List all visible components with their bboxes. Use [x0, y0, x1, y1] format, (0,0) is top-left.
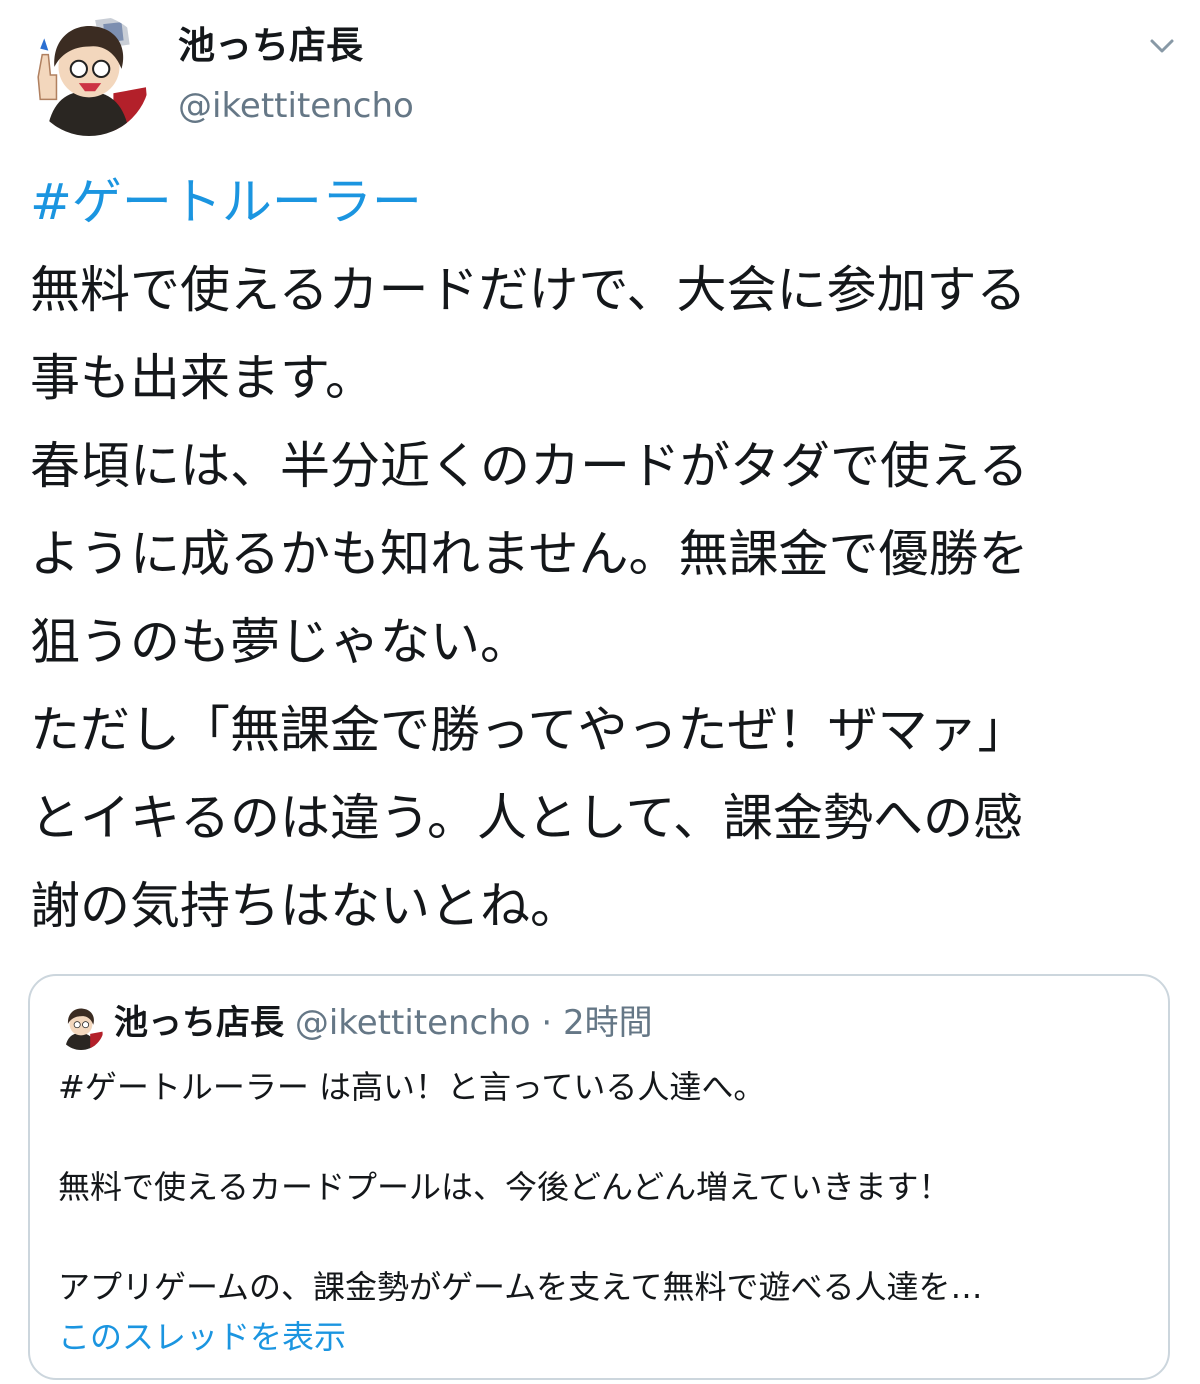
tweet-text-line: 謝の気持ちはないとね。: [30, 877, 580, 935]
author-display-name[interactable]: 池っち店長: [178, 22, 363, 70]
tweet-text: #ゲートルーラー 無料で使えるカードだけで、大会に参加する 事も出来ます。 春頃…: [30, 158, 1170, 950]
quoted-tweet-header: 池っち店長 @ikettitencho · 2時間: [114, 998, 653, 1048]
separator-dot: ·: [541, 1003, 553, 1043]
quoted-tweet-text: #ゲートルーラー は高い！と言っている人達へ。: [58, 1068, 766, 1106]
quoted-tweet-time: 2時間: [563, 1003, 653, 1043]
hashtag-link[interactable]: #ゲートルーラー: [30, 158, 1170, 246]
quoted-tweet-text: アプリゲームの、課金勢がゲームを支えて無料で遊べる人達を…: [58, 1268, 983, 1306]
quoted-author-name: 池っち店長: [114, 1003, 284, 1043]
chevron-down-icon: [1150, 39, 1174, 53]
quoted-author-handle: @ikettitencho: [294, 1003, 531, 1043]
quoted-tweet-card[interactable]: 池っち店長 @ikettitencho · 2時間 #ゲートルーラー は高い！と…: [28, 974, 1170, 1380]
tweet-text-line: 狙うのも夢じゃない。: [30, 613, 530, 671]
tweet-text-line: 無料で使えるカードだけで、大会に参加する: [30, 261, 1027, 319]
tweet-text-line: ように成るかも知れません。無課金で優勝を: [30, 525, 1029, 583]
quoted-tweet-text: 無料で使えるカードプールは、今後どんどん増えていきます！: [58, 1168, 951, 1206]
tweet-text-line: ただし「無課金で勝ってやったぜ！ザマァ」: [30, 701, 1028, 759]
tweet-text-line: 春頃には、半分近くのカードがタダで使える: [30, 437, 1029, 495]
tweet: 池っち店長 @ikettitencho #ゲートルーラー 無料で使えるカードだけ…: [0, 0, 1200, 1384]
tweet-text-line: 事も出来ます。: [30, 349, 375, 407]
tweet-text-line: とイキるのは違う。人として、課金勢への感: [30, 789, 1023, 847]
tweet-menu-button[interactable]: [1142, 26, 1182, 66]
show-thread-link[interactable]: このスレッドを表示: [58, 1314, 346, 1360]
author-avatar[interactable]: [28, 14, 150, 136]
avatar-image: [58, 1004, 104, 1050]
author-handle[interactable]: @ikettitencho: [178, 84, 414, 128]
quoted-author-avatar: [58, 1004, 104, 1050]
avatar-image: [28, 14, 150, 136]
